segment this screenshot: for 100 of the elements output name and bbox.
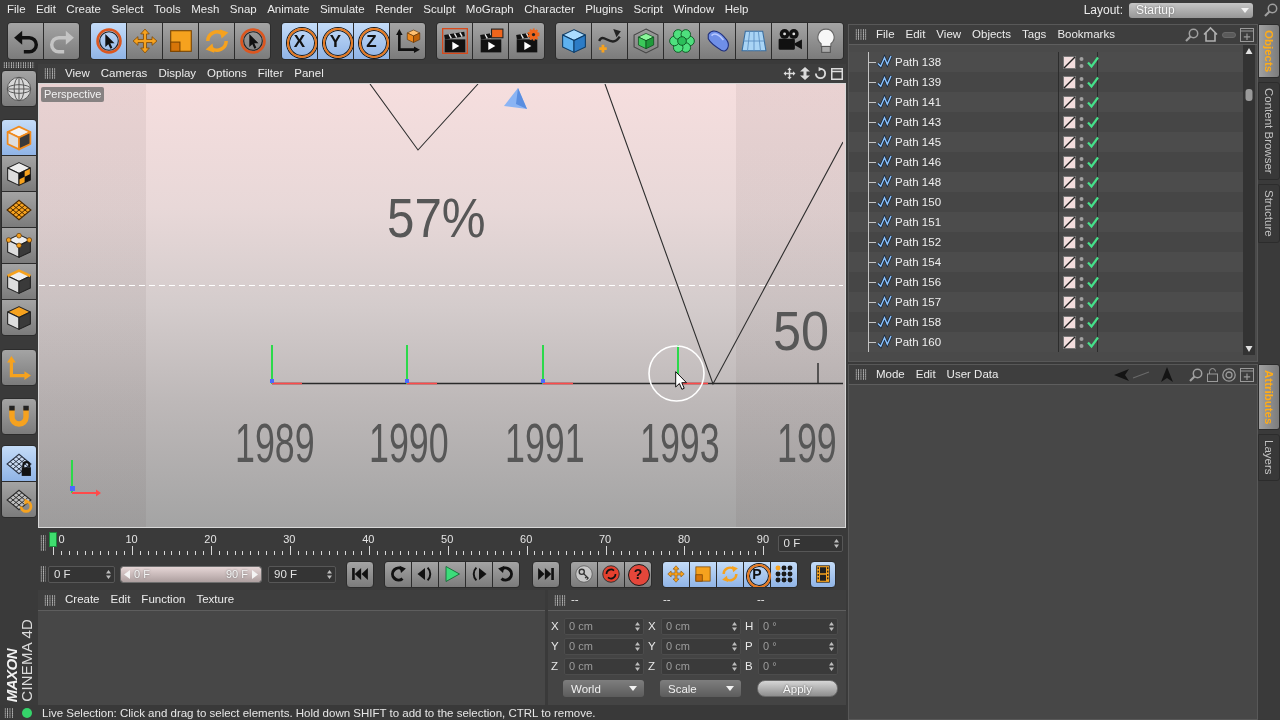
coordinate-dropdown[interactable]: World bbox=[563, 680, 644, 697]
play-button[interactable] bbox=[439, 561, 465, 587]
side-tab[interactable]: Structure bbox=[1258, 183, 1280, 243]
viewport-menu-item[interactable]: Display bbox=[158, 66, 197, 81]
menu-item[interactable]: Animate bbox=[267, 3, 310, 17]
add-window-icon[interactable] bbox=[1240, 27, 1254, 42]
go-start-button[interactable] bbox=[346, 560, 374, 588]
key-parameter-button[interactable]: P bbox=[744, 561, 770, 587]
make-editable-button[interactable] bbox=[1, 70, 37, 107]
coordinate-field[interactable]: 0 cm bbox=[661, 617, 741, 635]
menu-item[interactable]: Help bbox=[724, 3, 749, 17]
go-end-button[interactable] bbox=[532, 560, 560, 588]
menu-item[interactable]: Render bbox=[375, 3, 413, 17]
object-name[interactable]: Path 139 bbox=[895, 76, 942, 88]
menu-item[interactable]: Simulate bbox=[319, 3, 365, 17]
coordinate-field[interactable]: 0 cm bbox=[661, 637, 741, 655]
menu-item[interactable]: Mesh bbox=[191, 3, 220, 17]
material-menu-item[interactable]: Edit bbox=[110, 593, 131, 607]
camera-button[interactable] bbox=[772, 23, 807, 59]
axis-button[interactable]: Y bbox=[318, 23, 353, 59]
next-frame-button[interactable] bbox=[466, 561, 492, 587]
side-tab[interactable]: Layers bbox=[1258, 434, 1280, 481]
object-menu-item[interactable]: View bbox=[936, 27, 962, 42]
coordinate-field[interactable]: 0 cm bbox=[661, 657, 741, 675]
snap-button[interactable] bbox=[1, 398, 37, 435]
scrollbar[interactable] bbox=[1243, 45, 1255, 355]
key-scale-button[interactable] bbox=[690, 561, 716, 587]
object-name[interactable]: Path 156 bbox=[895, 276, 942, 288]
viewport-menu-item[interactable]: View bbox=[65, 66, 90, 81]
cube-button[interactable] bbox=[556, 23, 591, 59]
coordinate-field[interactable]: 0 cm bbox=[564, 637, 644, 655]
search-icon[interactable] bbox=[1264, 3, 1278, 17]
material-menu-item[interactable]: Create bbox=[65, 593, 100, 607]
axis-button[interactable]: X bbox=[282, 23, 317, 59]
autokey-button[interactable] bbox=[598, 561, 624, 587]
polygons-button[interactable] bbox=[2, 300, 36, 335]
viewport[interactable]: 57% 50 1989 1990 1991 1993 199 Perspective bbox=[38, 83, 846, 528]
end-frame-field[interactable]: 90 F bbox=[268, 565, 336, 583]
object-name[interactable]: Path 148 bbox=[895, 176, 942, 188]
object-menu-item[interactable]: File bbox=[876, 27, 895, 42]
viewport-menu-item[interactable]: Cameras bbox=[100, 66, 148, 81]
undo-button[interactable] bbox=[8, 23, 43, 59]
coordinate-dropdown[interactable]: Scale bbox=[660, 680, 741, 697]
live-selection-button[interactable] bbox=[91, 23, 126, 59]
material-menu-item[interactable]: Texture bbox=[196, 593, 235, 607]
coordinate-system-button[interactable] bbox=[390, 23, 425, 59]
object-name[interactable]: Path 146 bbox=[895, 156, 942, 168]
coordinate-field[interactable]: 0 cm bbox=[564, 657, 644, 675]
render-view-button[interactable] bbox=[437, 23, 472, 59]
coordinate-field[interactable]: 0 ° bbox=[758, 617, 838, 635]
attribute-menu-item[interactable]: Edit bbox=[915, 367, 936, 382]
object-name[interactable]: Path 160 bbox=[895, 336, 942, 348]
start-frame-field[interactable]: 0 F bbox=[48, 565, 115, 583]
object-name[interactable]: Path 151 bbox=[895, 216, 942, 228]
subdivision-button[interactable] bbox=[628, 23, 663, 59]
coordinate-field[interactable]: 0 cm bbox=[564, 617, 644, 635]
object-name[interactable]: Path 158 bbox=[895, 316, 942, 328]
menu-item[interactable]: Snap bbox=[229, 3, 257, 17]
menu-item[interactable]: Window bbox=[673, 3, 715, 17]
prev-frame-button[interactable] bbox=[412, 561, 438, 587]
key-points-button[interactable] bbox=[771, 561, 797, 587]
coordinate-field[interactable]: 0 ° bbox=[758, 637, 838, 655]
edges-button[interactable] bbox=[2, 264, 36, 299]
object-name[interactable]: Path 145 bbox=[895, 136, 942, 148]
home-icon[interactable] bbox=[1203, 27, 1218, 42]
render-settings-button[interactable] bbox=[509, 23, 544, 59]
points-button[interactable] bbox=[2, 228, 36, 263]
object-name[interactable]: Path 150 bbox=[895, 196, 942, 208]
current-frame-field[interactable]: 0 F bbox=[777, 534, 843, 552]
model-button[interactable] bbox=[2, 120, 36, 155]
key-rotation-button[interactable] bbox=[717, 561, 743, 587]
menu-item[interactable]: MoGraph bbox=[465, 3, 514, 17]
playhead[interactable] bbox=[48, 532, 57, 547]
search-icon[interactable] bbox=[1185, 27, 1199, 42]
viewport-menu-item[interactable]: Options bbox=[207, 66, 247, 81]
object-name[interactable]: Path 141 bbox=[895, 96, 942, 108]
pen-button[interactable] bbox=[592, 23, 627, 59]
menu-item[interactable]: Character bbox=[524, 3, 575, 17]
menu-item[interactable]: Sculpt bbox=[423, 3, 456, 17]
menu-item[interactable]: Script bbox=[633, 3, 663, 17]
axis-mode-button[interactable] bbox=[1, 349, 37, 386]
menu-item[interactable]: Create bbox=[66, 3, 101, 17]
prev-key-button[interactable] bbox=[385, 561, 411, 587]
coordinate-field[interactable]: 0 ° bbox=[758, 657, 838, 675]
timeline-button[interactable] bbox=[810, 560, 836, 588]
key-position-button[interactable] bbox=[663, 561, 689, 587]
workplane-button[interactable] bbox=[2, 482, 36, 517]
viewport-menu-item[interactable]: Filter bbox=[257, 66, 284, 81]
axis-button[interactable]: Z bbox=[354, 23, 389, 59]
attribute-menu-item[interactable]: User Data bbox=[946, 367, 999, 382]
object-name[interactable]: Path 138 bbox=[895, 56, 942, 68]
scale-button[interactable] bbox=[163, 23, 198, 59]
menu-item[interactable]: Plugins bbox=[585, 3, 623, 17]
menu-item[interactable]: Tools bbox=[153, 3, 181, 17]
maximize-icon[interactable] bbox=[831, 67, 843, 80]
render-picture-button[interactable] bbox=[473, 23, 508, 59]
workplane-grid-button[interactable] bbox=[2, 192, 36, 227]
object-name[interactable]: Path 152 bbox=[895, 236, 942, 248]
attribute-menu-item[interactable]: Mode bbox=[876, 367, 905, 382]
padlock-icon[interactable] bbox=[1207, 367, 1218, 382]
